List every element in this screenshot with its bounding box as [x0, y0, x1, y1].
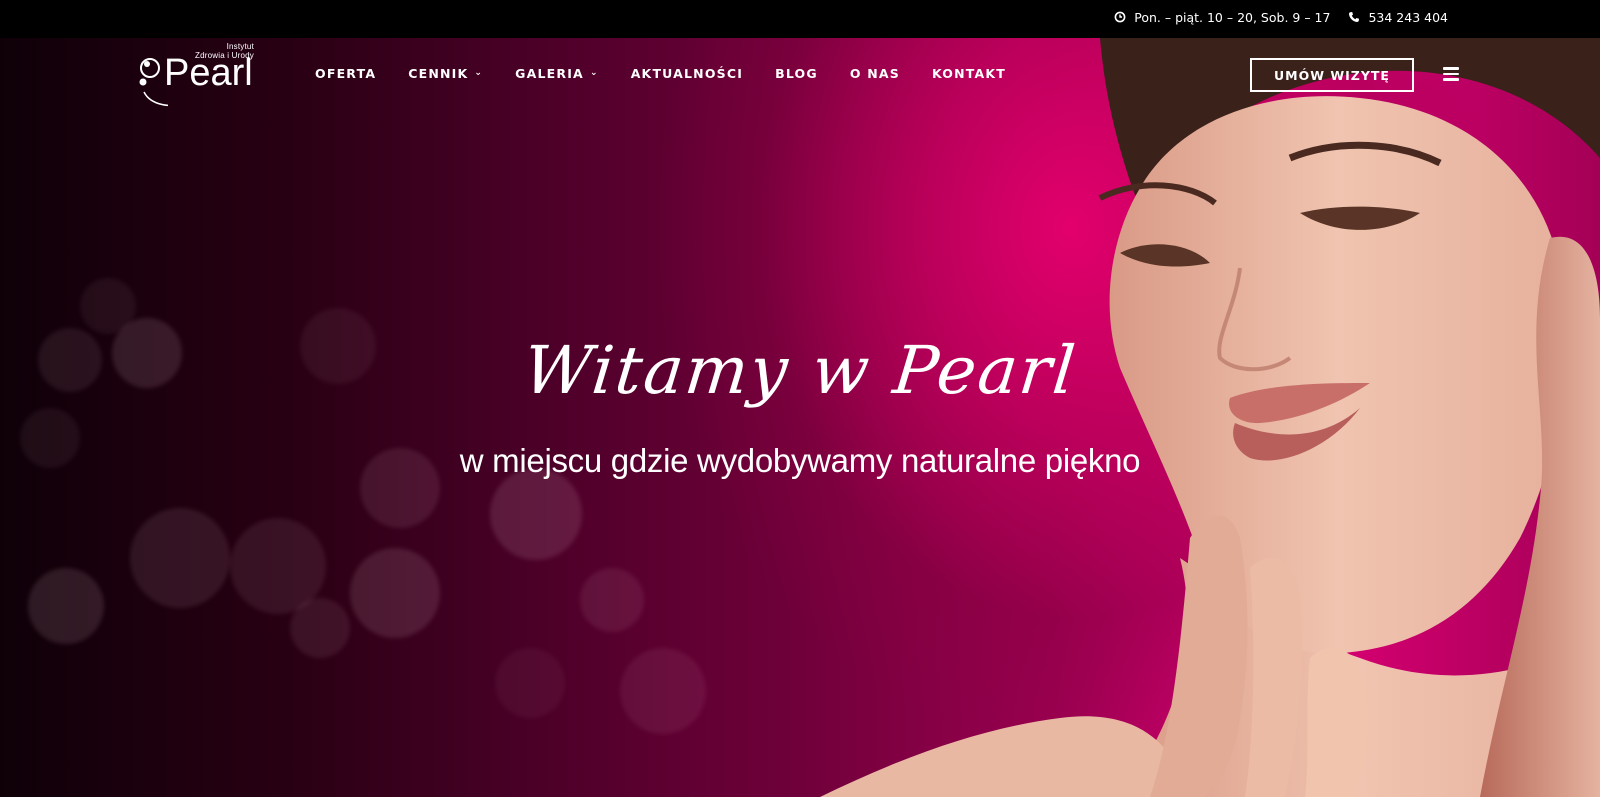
nav-item-aktualnosci[interactable]: AKTUALNOŚCI — [631, 66, 743, 81]
nav-item-label: BLOG — [775, 66, 818, 81]
logo-tagline-1: Instytut — [226, 42, 254, 51]
main-navigation: OFERTA CENNIK ⌄ GALERIA ⌄ AKTUALNOŚCI BL… — [315, 66, 1006, 81]
nav-item-cennik[interactable]: CENNIK ⌄ — [408, 66, 483, 81]
nav-item-label: O NAS — [849, 66, 900, 81]
nav-item-label: OFERTA — [315, 66, 377, 81]
phone-icon — [1349, 12, 1360, 22]
contact-info: Pon. – piąt. 10 – 20, Sob. 9 – 17 534 24… — [1114, 0, 1448, 34]
nav-item-blog[interactable]: BLOG — [775, 66, 818, 81]
phone-number[interactable]: 534 243 404 — [1368, 10, 1448, 25]
top-info-bar: Pon. – piąt. 10 – 20, Sob. 9 – 17 534 24… — [0, 0, 1600, 38]
opening-hours: Pon. – piąt. 10 – 20, Sob. 9 – 17 — [1114, 10, 1330, 25]
book-appointment-label: UMÓW WIZYTĘ — [1274, 67, 1390, 83]
nav-item-o-nas[interactable]: O NAS — [850, 66, 900, 81]
nav-item-label: GALERIA — [515, 66, 584, 81]
nav-item-oferta[interactable]: OFERTA — [315, 66, 376, 81]
nav-item-label: CENNIK — [408, 66, 469, 81]
chevron-down-icon: ⌄ — [589, 67, 599, 78]
phone-link[interactable]: 534 243 404 — [1348, 10, 1448, 25]
opening-hours-text: Pon. – piąt. 10 – 20, Sob. 9 – 17 — [1134, 9, 1331, 25]
nav-item-galeria[interactable]: GALERIA ⌄ — [515, 66, 599, 81]
nav-item-label: AKTUALNOŚCI — [630, 66, 744, 81]
pearl-logo[interactable]: Instytut Zdrowia i Urody Pearl — [138, 42, 258, 108]
nav-item-label: KONTAKT — [931, 66, 1007, 81]
clock-icon — [1114, 11, 1126, 23]
hero-section — [0, 38, 1600, 797]
book-appointment-button[interactable]: UMÓW WIZYTĘ — [1250, 58, 1414, 92]
logo-wordmark: Pearl — [164, 52, 253, 94]
hero-subtitle: w miejscu gdzie wydobywamy naturalne pię… — [459, 442, 1141, 479]
hero-title: Witamy w Pearl — [519, 332, 1081, 409]
chevron-down-icon: ⌄ — [474, 67, 484, 78]
woman-portrait-image — [820, 38, 1600, 797]
nav-item-kontakt[interactable]: KONTAKT — [932, 66, 1006, 81]
hamburger-menu-icon[interactable] — [1443, 67, 1459, 83]
